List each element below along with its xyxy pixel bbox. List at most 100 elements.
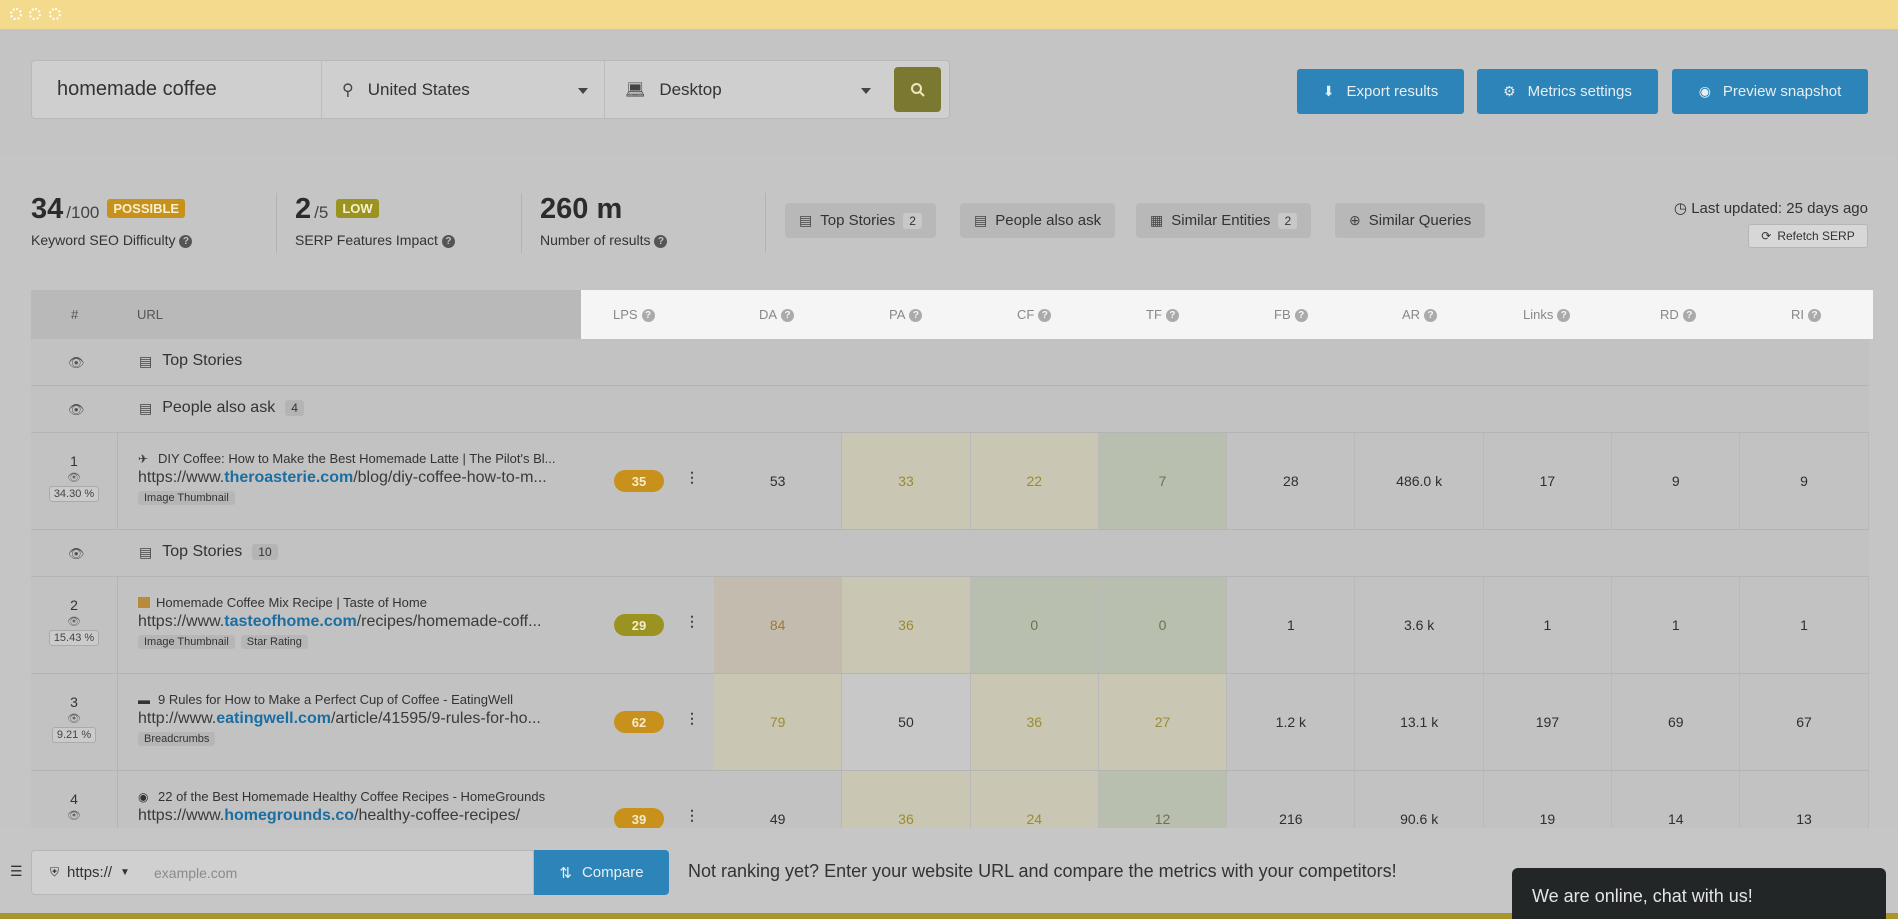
metric-cf: 36 xyxy=(970,674,1099,770)
location-value: United States xyxy=(367,79,470,99)
metric-cf: 22 xyxy=(970,433,1099,529)
serp-impact-stat: 2/5 LOW SERP Features Impact? xyxy=(295,193,455,248)
result-title[interactable]: 22 of the Best Homemade Healthy Coffee R… xyxy=(158,789,545,804)
result-url[interactable]: https://www.homegrounds.co/healthy-coffe… xyxy=(138,807,608,825)
header-cf[interactable]: CF? xyxy=(1017,307,1052,322)
location-select[interactable]: ⚲ United States xyxy=(322,61,605,118)
camera-icon: ◉ xyxy=(1698,83,1711,99)
header-lps[interactable]: LPS? xyxy=(613,307,655,322)
divider xyxy=(276,193,277,253)
preview-snapshot-button[interactable]: ◉ Preview snapshot xyxy=(1672,69,1868,114)
eye-icon[interactable]: 👁︎ xyxy=(31,615,117,628)
lps-badge: 35 xyxy=(614,470,664,492)
laptop-icon: 💻︎ xyxy=(625,81,646,99)
eatingwell-favicon-icon: ▬ xyxy=(138,693,150,707)
stats-panel: 34/100 POSSIBLE Keyword SEO Difficulty? 2… xyxy=(0,155,1898,290)
help-icon[interactable]: ? xyxy=(179,235,193,248)
eye-icon[interactable]: 👁︎ xyxy=(31,809,117,822)
header-rd[interactable]: RD? xyxy=(1660,307,1696,322)
window-dot-icon[interactable] xyxy=(29,8,41,20)
results-label: Number of results xyxy=(540,232,651,248)
chevron-down-icon: ▼ xyxy=(120,867,130,878)
help-icon[interactable]: ? xyxy=(441,235,455,248)
table-row[interactable]: 1 👁︎ 34.30 % ✈ DIY Coffee: How to Make th… xyxy=(31,433,1869,530)
metric-cf: 0 xyxy=(970,577,1099,673)
difficulty-of: /100 xyxy=(66,203,100,222)
compare-button[interactable]: ⇅ Compare xyxy=(534,850,669,895)
preview-label: Preview snapshot xyxy=(1722,83,1842,100)
header-pa[interactable]: PA? xyxy=(889,307,923,322)
eye-icon[interactable]: 👁︎ xyxy=(68,355,85,371)
eye-icon[interactable]: 👁︎ xyxy=(68,402,85,418)
shield-icon: ⛨ xyxy=(50,865,60,879)
metric-ar: 13.1 k xyxy=(1355,674,1484,770)
more-options-icon[interactable]: ⋮ xyxy=(685,613,699,630)
header-links[interactable]: Links? xyxy=(1523,307,1571,322)
result-title[interactable]: 9 Rules for How to Make a Perfect Cup of… xyxy=(158,692,513,707)
metric-da: 79 xyxy=(714,674,843,770)
divider xyxy=(765,193,766,253)
compare-message: Not ranking yet? Enter your website URL … xyxy=(688,861,1397,881)
table-row[interactable]: 2 👁︎ 15.43 % . Homemade Coffee Mix Recipe… xyxy=(31,577,1869,674)
metric-tf: 7 xyxy=(1098,433,1228,529)
metric-ar: 486.0 k xyxy=(1355,433,1484,529)
refresh-icon: ⟳ xyxy=(1761,229,1772,243)
eye-icon[interactable]: 👁︎ xyxy=(31,712,117,725)
feature-chip-people-also-ask[interactable]: ▤ People also ask xyxy=(960,203,1116,238)
compare-label: Compare xyxy=(581,864,644,881)
protocol-select[interactable]: ⛨ https:// ▼ xyxy=(32,864,142,881)
difficulty-stat: 34/100 POSSIBLE Keyword SEO Difficulty? xyxy=(31,193,193,248)
window-dot-icon[interactable] xyxy=(10,8,22,20)
search-button[interactable] xyxy=(894,67,941,112)
help-icon[interactable]: ? xyxy=(654,235,668,248)
group-label: Top Stories xyxy=(162,352,243,369)
compare-url-input[interactable]: ⛨ https:// ▼ example.com xyxy=(31,850,534,895)
menu-icon[interactable]: ☰ xyxy=(10,863,23,880)
keyword-input[interactable]: homemade coffee xyxy=(32,61,322,118)
export-results-button[interactable]: ⬇ Export results xyxy=(1297,69,1464,114)
feature-chip-similar-queries[interactable]: ⊕ Similar Queries xyxy=(1335,203,1486,238)
feature-chip-similar-entities[interactable]: ▦ Similar Entities 2 xyxy=(1136,203,1312,238)
eye-icon[interactable]: 👁︎ xyxy=(31,471,117,484)
metric-pa: 36 xyxy=(842,577,971,673)
result-title[interactable]: DIY Coffee: How to Make the Best Homemad… xyxy=(158,451,556,466)
metrics-settings-button[interactable]: ⚙ Metrics settings xyxy=(1477,69,1658,114)
header-tf[interactable]: TF? xyxy=(1146,307,1179,322)
more-options-icon[interactable]: ⋮ xyxy=(685,807,699,824)
chat-widget[interactable]: We are online, chat with us! xyxy=(1512,868,1886,919)
help-icon: ? xyxy=(1682,309,1696,322)
chip-label: Similar Entities xyxy=(1171,212,1271,229)
serp-table: # URL LPS? DA? PA? CF? TF? FB? AR? Links… xyxy=(31,290,1873,868)
result-url[interactable]: http://www.eatingwell.com/article/41595/… xyxy=(138,710,608,728)
search-header: homemade coffee ⚲ United States 💻︎ Deskt… xyxy=(0,29,1898,155)
header-ar[interactable]: AR? xyxy=(1402,307,1438,322)
search-box: homemade coffee ⚲ United States 💻︎ Deskt… xyxy=(31,60,950,119)
help-icon: ? xyxy=(1808,309,1821,322)
more-options-icon[interactable]: ⋮ xyxy=(685,469,699,486)
table-row[interactable]: 3 👁︎ 9.21 % ▬ 9 Rules for How to Make a P… xyxy=(31,674,1869,771)
result-url[interactable]: https://www.tasteofhome.com/recipes/home… xyxy=(138,613,608,631)
header-ri[interactable]: RI? xyxy=(1791,307,1821,322)
more-options-icon[interactable]: ⋮ xyxy=(685,710,699,727)
device-select[interactable]: 💻︎ Desktop xyxy=(605,61,887,118)
result-url[interactable]: https://www.theroasterie.com/blog/diy-co… xyxy=(138,469,608,487)
header-da[interactable]: DA? xyxy=(759,307,795,322)
chevron-down-icon xyxy=(578,88,588,94)
window-dot-icon[interactable] xyxy=(49,8,61,20)
serp-value: 2 xyxy=(295,193,312,225)
serp-tag: Breadcrumbs xyxy=(138,732,216,746)
chip-label: Top Stories xyxy=(820,212,896,229)
result-title[interactable]: Homemade Coffee Mix Recipe | Taste of Ho… xyxy=(156,595,427,610)
group-count: 10 xyxy=(252,544,278,560)
eye-slash-icon[interactable]: 👁︎ xyxy=(68,546,85,562)
metric-ri: 1 xyxy=(1740,577,1869,673)
metric-rd: 9 xyxy=(1612,433,1741,529)
metric-cells: 53 33 22 7 28 486.0 k 17 9 9 xyxy=(714,433,1869,529)
feature-chip-top-stories[interactable]: ▤ Top Stories 2 xyxy=(785,203,936,238)
divider xyxy=(521,193,522,253)
protocol-value: https:// xyxy=(67,864,113,881)
header-fb[interactable]: FB? xyxy=(1274,307,1308,322)
refetch-serp-button[interactable]: ⟳ Refetch SERP xyxy=(1748,224,1868,248)
lps-badge: 29 xyxy=(614,614,664,636)
newspaper-icon: ▤ xyxy=(139,543,153,560)
